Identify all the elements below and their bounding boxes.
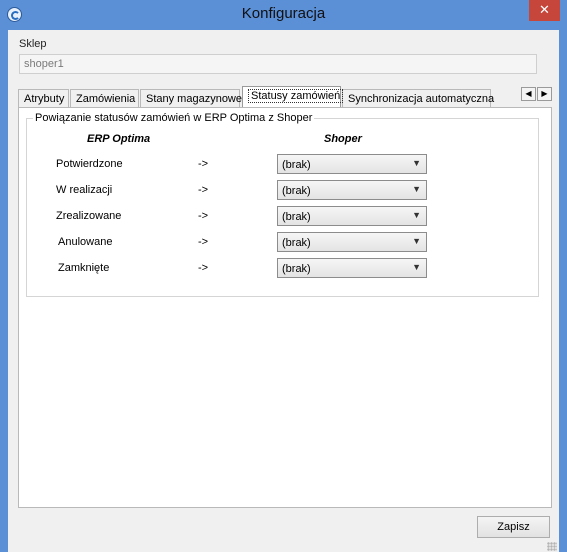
tab-scroll-right-icon[interactable]: ▶	[537, 87, 552, 101]
arrow-label: ->	[198, 184, 209, 196]
config-window: Konfiguracja ✕ Sklep shoper1 Atrybuty Za…	[0, 0, 567, 560]
tab-strip: Atrybuty Zamówienia Stany magazynowe Sta…	[18, 86, 558, 107]
select-value: (brak)	[282, 263, 311, 275]
select-value: (brak)	[282, 211, 311, 223]
tab-statusy-zamowien[interactable]: Statusy zamówień	[242, 86, 344, 107]
tab-label: Statusy zamówień	[248, 89, 344, 103]
arrow-label: ->	[198, 158, 209, 170]
chevron-down-icon: ▼	[412, 262, 421, 272]
window-bottom-edge	[0, 552, 567, 560]
column-header-erp: ERP Optima	[87, 133, 151, 145]
select-value: (brak)	[282, 159, 311, 171]
chevron-down-icon: ▼	[412, 210, 421, 220]
chevron-down-icon: ▼	[412, 236, 421, 246]
arrow-label: ->	[198, 210, 209, 222]
tab-label: Atrybuty	[24, 93, 65, 105]
shop-field: shoper1	[19, 54, 537, 74]
close-button[interactable]: ✕	[529, 0, 560, 21]
status-label-zamkniete: Zamknięte	[58, 262, 110, 274]
resize-grip-icon[interactable]	[547, 542, 557, 551]
shoper-status-select[interactable]: (brak) ▼	[277, 232, 427, 252]
shoper-status-select[interactable]: (brak) ▼	[277, 206, 427, 226]
status-mapping-group: Powiązanie statusów zamówień w ERP Optim…	[26, 112, 539, 297]
save-button[interactable]: Zapisz	[477, 516, 550, 538]
select-value: (brak)	[282, 237, 311, 249]
tab-synchronizacja-automatyczna[interactable]: Synchronizacja automatyczna	[342, 89, 495, 107]
tab-panel-statusy: Powiązanie statusów zamówień w ERP Optim…	[18, 107, 552, 508]
title-bar[interactable]: Konfiguracja ✕	[0, 0, 567, 30]
arrow-label: ->	[198, 262, 209, 274]
chevron-down-icon: ▼	[412, 184, 421, 194]
select-value: (brak)	[282, 185, 311, 197]
window-client-area: Sklep shoper1 Atrybuty Zamówienia Stany …	[8, 30, 559, 552]
status-label-zrealizowane: Zrealizowane	[56, 210, 122, 222]
window-title: Konfiguracja	[241, 5, 326, 22]
arrow-label: ->	[198, 236, 209, 248]
status-label-potwierdzone: Potwierdzone	[56, 158, 123, 170]
group-title: Powiązanie statusów zamówień w ERP Optim…	[33, 112, 315, 124]
tab-stany-magazynowe[interactable]: Stany magazynowe	[140, 89, 242, 107]
chevron-down-icon: ▼	[412, 158, 421, 168]
status-label-anulowane: Anulowane	[58, 236, 113, 248]
column-header-shoper: Shoper	[324, 133, 362, 145]
tab-label: Synchronizacja automatyczna	[348, 93, 495, 105]
tab-label: Zamówienia	[76, 93, 136, 105]
shoper-status-select[interactable]: (brak) ▼	[277, 258, 427, 278]
shoper-status-select[interactable]: (brak) ▼	[277, 180, 427, 200]
tab-zamowienia[interactable]: Zamówienia	[70, 89, 139, 107]
shop-label: Sklep	[19, 38, 47, 50]
tab-scroll-left-icon[interactable]: ◀	[521, 87, 536, 101]
tab-atrybuty[interactable]: Atrybuty	[18, 89, 69, 107]
shoper-status-select[interactable]: (brak) ▼	[277, 154, 427, 174]
status-label-w-realizacji: W realizacji	[56, 184, 113, 196]
tab-label: Stany magazynowe	[146, 93, 242, 105]
